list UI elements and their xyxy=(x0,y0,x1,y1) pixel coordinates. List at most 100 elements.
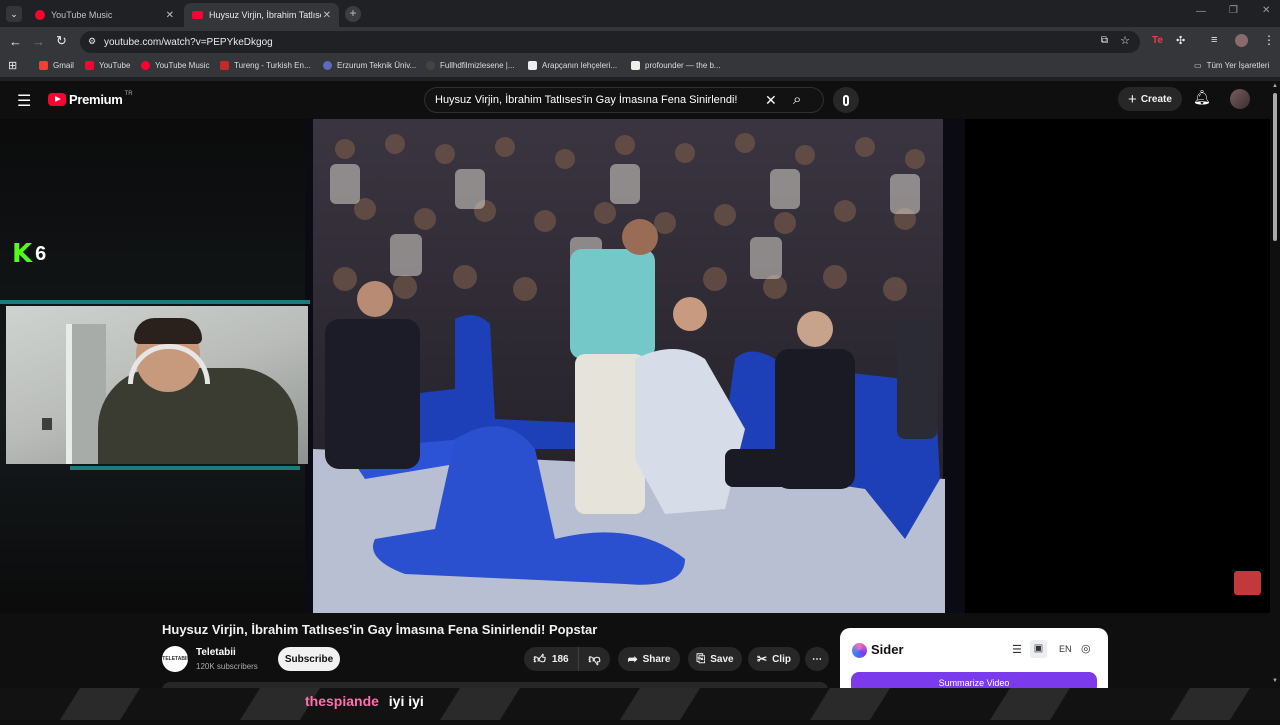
search-icon[interactable]: ⌕ xyxy=(793,91,801,108)
bookmark-gmail[interactable]: Gmail xyxy=(39,61,74,70)
subscribe-label: Subscribe xyxy=(284,653,334,665)
window-close-icon[interactable]: ✕ xyxy=(1262,5,1270,16)
bookmark-youtube[interactable]: YouTube xyxy=(85,61,130,70)
summarize-label: Summarize Video xyxy=(938,678,1010,688)
install-app-icon[interactable]: ⧉ xyxy=(1101,35,1108,46)
tab-title: YouTube Music xyxy=(51,10,113,20)
like-button[interactable]: 👍︎ 186 xyxy=(524,647,578,671)
site-info-icon[interactable]: ⚙ xyxy=(88,36,96,47)
dislike-button[interactable]: 👎︎ xyxy=(578,647,610,671)
save-button[interactable]: ⎘ Save xyxy=(688,647,742,671)
reload-icon[interactable]: ↻ xyxy=(56,33,67,49)
profounder-icon xyxy=(631,61,640,70)
save-label: Save xyxy=(710,653,734,665)
new-tab-button[interactable]: + xyxy=(345,6,361,22)
extensions-icon[interactable]: ✣ xyxy=(1176,34,1185,47)
youtube-music-icon xyxy=(35,10,45,20)
search-query-text: Huysuz Virjin, İbrahim Tatlıses'in Gay İ… xyxy=(435,94,738,106)
profile-avatar[interactable] xyxy=(1235,34,1248,47)
media-controls-icon[interactable]: ≡ xyxy=(1211,34,1217,46)
youtube-play-icon xyxy=(48,93,66,106)
settings-icon[interactable]: ◎ xyxy=(1081,642,1091,655)
sider-logo-icon xyxy=(852,643,867,658)
minimize-icon[interactable]: — xyxy=(1196,6,1206,17)
scissors-icon: ✂ xyxy=(757,652,768,666)
tureng-extension-icon[interactable]: Te xyxy=(1152,35,1163,46)
menu-kebab-icon[interactable]: ⋮ xyxy=(1263,33,1275,47)
chat-username: thespiande xyxy=(305,693,379,709)
page-scrollbar[interactable]: ▲ ▼ xyxy=(1270,81,1280,688)
tab-youtube-music[interactable]: YouTube Music ✕ xyxy=(27,3,182,27)
premium-text: Premium xyxy=(69,92,123,107)
youtube-icon xyxy=(85,61,94,70)
region-code: TR xyxy=(124,90,133,97)
tab-search-button[interactable]: ⌄ xyxy=(6,6,22,22)
browser-tab-bar: ⌄ YouTube Music ✕ Huysuz Virjin, İbrahim… xyxy=(0,0,1280,27)
webcam-glow-top xyxy=(0,300,310,304)
restore-icon[interactable]: ❐ xyxy=(1229,5,1238,16)
bookmark-icon: ⎘ xyxy=(696,652,706,665)
subtitle-view-icon[interactable]: ▣ xyxy=(1030,640,1047,658)
voice-search-button[interactable] xyxy=(833,87,859,113)
close-icon[interactable]: ✕ xyxy=(323,10,331,21)
address-bar[interactable]: ⚙ youtube.com/watch?v=PEPYkeDkgog ⧉ ☆ xyxy=(80,31,1140,53)
clip-button[interactable]: ✂ Clip xyxy=(748,647,800,671)
streamer-hair xyxy=(134,318,202,344)
create-button[interactable]: + Create xyxy=(1118,87,1182,111)
kick-badge-number: 6 xyxy=(35,242,47,265)
bookmark-erzurum[interactable]: Erzurum Teknik Üniv... xyxy=(323,61,416,70)
share-button[interactable]: ➦ Share xyxy=(618,647,680,671)
scroll-up-icon[interactable]: ▲ xyxy=(1272,83,1278,89)
bookmark-fullhd[interactable]: Fullhdfilmizlesene |... xyxy=(426,61,515,70)
search-input[interactable]: Huysuz Virjin, İbrahim Tatlıses'in Gay İ… xyxy=(424,87,824,113)
chat-background-pattern xyxy=(60,688,1250,720)
hamburger-menu-icon[interactable]: ☰ xyxy=(17,91,31,111)
apps-grid-icon[interactable]: ⊞ xyxy=(8,59,17,72)
all-bookmarks[interactable]: ▭ Tüm Yer İşaretleri xyxy=(1194,61,1269,70)
youtube-music-icon xyxy=(141,61,150,70)
forward-icon[interactable]: → xyxy=(32,34,45,49)
more-horiz-icon: ⋯ xyxy=(812,653,822,665)
chat-message: thespiande iyi iyi xyxy=(305,693,424,709)
webcam-wall-switch xyxy=(42,418,52,430)
streamer-webcam xyxy=(6,306,308,464)
account-avatar[interactable] xyxy=(1230,89,1250,109)
thumbs-up-icon: 👍︎ xyxy=(533,651,546,666)
thumbs-down-icon: 👎︎ xyxy=(588,651,601,666)
language-toggle[interactable]: EN xyxy=(1059,644,1072,654)
video-title: Huysuz Virjin, İbrahim Tatlıses'in Gay İ… xyxy=(162,622,598,637)
university-icon xyxy=(323,61,332,70)
clear-search-icon[interactable]: ✕ xyxy=(765,92,777,109)
bookmark-arapca[interactable]: Arapçanın lehçeleri... xyxy=(528,61,617,70)
back-icon[interactable]: ← xyxy=(9,34,22,49)
film-icon xyxy=(426,61,435,70)
close-icon[interactable]: ✕ xyxy=(166,10,174,21)
tab-current-video[interactable]: Huysuz Virjin, İbrahim Tatlıses'in ✕ xyxy=(184,3,339,27)
studio-scene xyxy=(313,119,945,613)
notifications-bell-icon[interactable]: 🔔︎ xyxy=(1193,89,1211,106)
share-label: Share xyxy=(642,653,671,665)
scrollbar-thumb[interactable] xyxy=(1273,93,1277,241)
microphone-icon xyxy=(843,94,849,106)
tureng-icon xyxy=(220,61,229,70)
youtube-premium-logo[interactable]: Premium TR xyxy=(48,90,133,107)
more-actions-button[interactable]: ⋯ xyxy=(805,647,829,671)
subscribe-button[interactable]: Subscribe xyxy=(278,647,340,671)
folder-icon: ▭ xyxy=(1194,61,1202,70)
like-count: 186 xyxy=(551,653,569,665)
subscriber-count: 120K subscribers xyxy=(196,662,258,671)
bookmark-tureng[interactable]: Tureng - Turkish En... xyxy=(220,61,311,70)
bookmarks-bar: ⊞ Gmail YouTube YouTube Music Tureng - T… xyxy=(0,57,1280,77)
list-view-icon[interactable]: ☰ xyxy=(1012,643,1022,656)
channel-name[interactable]: Teletabii xyxy=(196,647,236,658)
create-label: Create xyxy=(1140,93,1172,105)
video-frame[interactable] xyxy=(305,119,965,613)
bookmark-star-icon[interactable]: ☆ xyxy=(1120,34,1130,47)
scroll-down-icon[interactable]: ▼ xyxy=(1272,678,1278,684)
channel-avatar[interactable]: TELETABII xyxy=(162,646,188,672)
stream-chat-overlay: thespiande iyi iyi xyxy=(0,688,1280,720)
sticker-icon xyxy=(1234,571,1261,595)
wikipedia-icon xyxy=(528,61,537,70)
bookmark-youtube-music[interactable]: YouTube Music xyxy=(141,61,210,70)
bookmark-profounder[interactable]: profounder — the b... xyxy=(631,61,721,70)
